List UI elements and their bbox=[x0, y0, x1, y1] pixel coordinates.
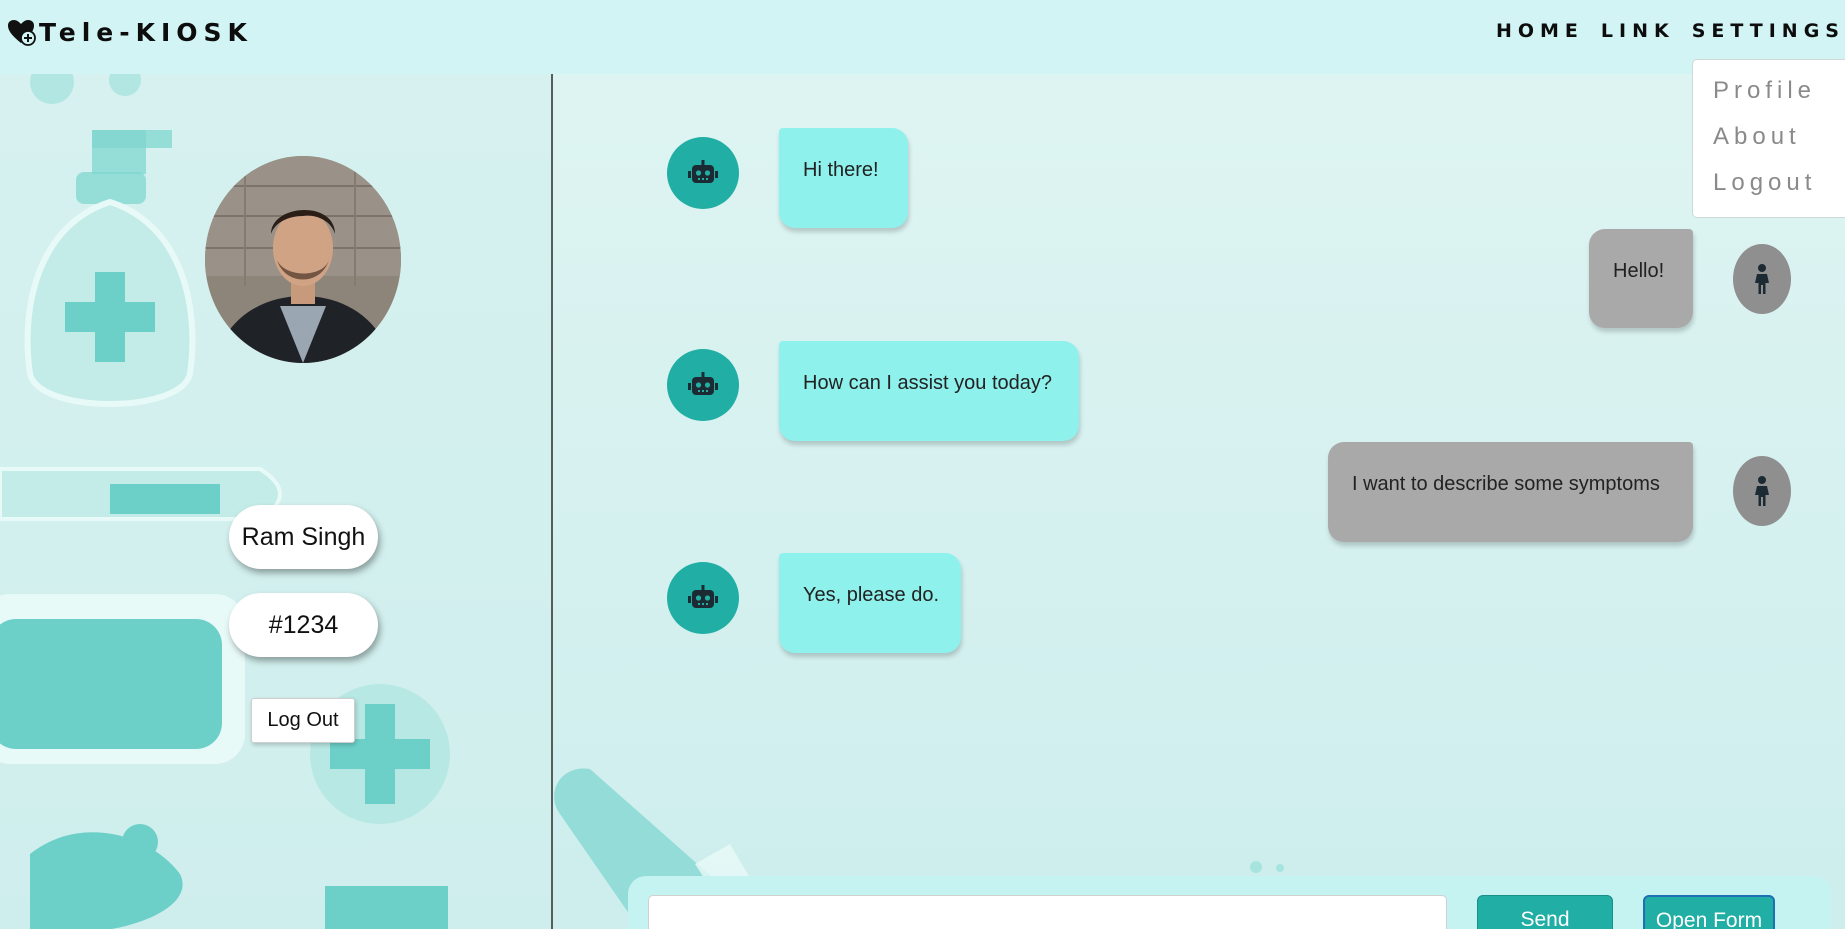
nav-settings-toggle[interactable]: SETTINGS bbox=[1692, 20, 1845, 42]
chat-message-bot: Hi there! bbox=[779, 128, 908, 228]
user-avatar bbox=[1733, 244, 1791, 314]
patient-name: Ram Singh bbox=[241, 522, 366, 551]
dropdown-item-profile[interactable]: Profile bbox=[1693, 76, 1845, 122]
user-avatar bbox=[1733, 456, 1791, 526]
patient-name-badge: Ram Singh bbox=[229, 505, 378, 569]
nav-home-link[interactable]: HOME bbox=[1496, 20, 1584, 42]
robot-icon bbox=[688, 585, 718, 608]
brand-title: Tele-KIOSK bbox=[39, 17, 253, 47]
profile-photo bbox=[205, 156, 401, 363]
robot-icon bbox=[688, 160, 718, 183]
dropdown-item-about[interactable]: About bbox=[1693, 122, 1845, 168]
person-icon bbox=[1755, 264, 1769, 294]
chat-message-bot: Yes, please do. bbox=[779, 553, 961, 653]
chat-message-user: I want to describe some symptoms bbox=[1328, 442, 1693, 542]
patient-id-badge: #1234 bbox=[229, 593, 378, 657]
app-page: Tele-KIOSK HOME LINK SETTINGS Profile Ab… bbox=[0, 0, 1845, 929]
brand[interactable]: Tele-KIOSK bbox=[7, 17, 253, 47]
bot-avatar bbox=[667, 349, 739, 421]
message-input[interactable] bbox=[648, 895, 1447, 929]
robot-icon bbox=[688, 372, 718, 395]
patient-id: #1234 bbox=[268, 610, 339, 639]
chat-message-bot: How can I assist you today? bbox=[779, 341, 1079, 441]
bot-avatar bbox=[667, 137, 739, 209]
settings-dropdown-menu: Profile About Logout bbox=[1692, 59, 1845, 218]
top-navbar: Tele-KIOSK HOME LINK SETTINGS bbox=[0, 0, 1845, 74]
open-form-button[interactable]: Open Form bbox=[1643, 895, 1775, 929]
person-icon bbox=[1755, 476, 1769, 506]
main-nav: HOME LINK SETTINGS bbox=[1496, 20, 1845, 42]
bot-avatar bbox=[667, 562, 739, 634]
logout-button[interactable]: Log Out bbox=[251, 698, 355, 743]
heart-plus-icon bbox=[8, 20, 36, 46]
dropdown-item-logout[interactable]: Logout bbox=[1693, 168, 1845, 214]
nav-link-link[interactable]: LINK bbox=[1601, 20, 1675, 42]
chat-message-user: Hello! bbox=[1589, 229, 1693, 328]
panel-divider bbox=[551, 74, 553, 929]
send-button[interactable]: Send bbox=[1477, 895, 1613, 929]
